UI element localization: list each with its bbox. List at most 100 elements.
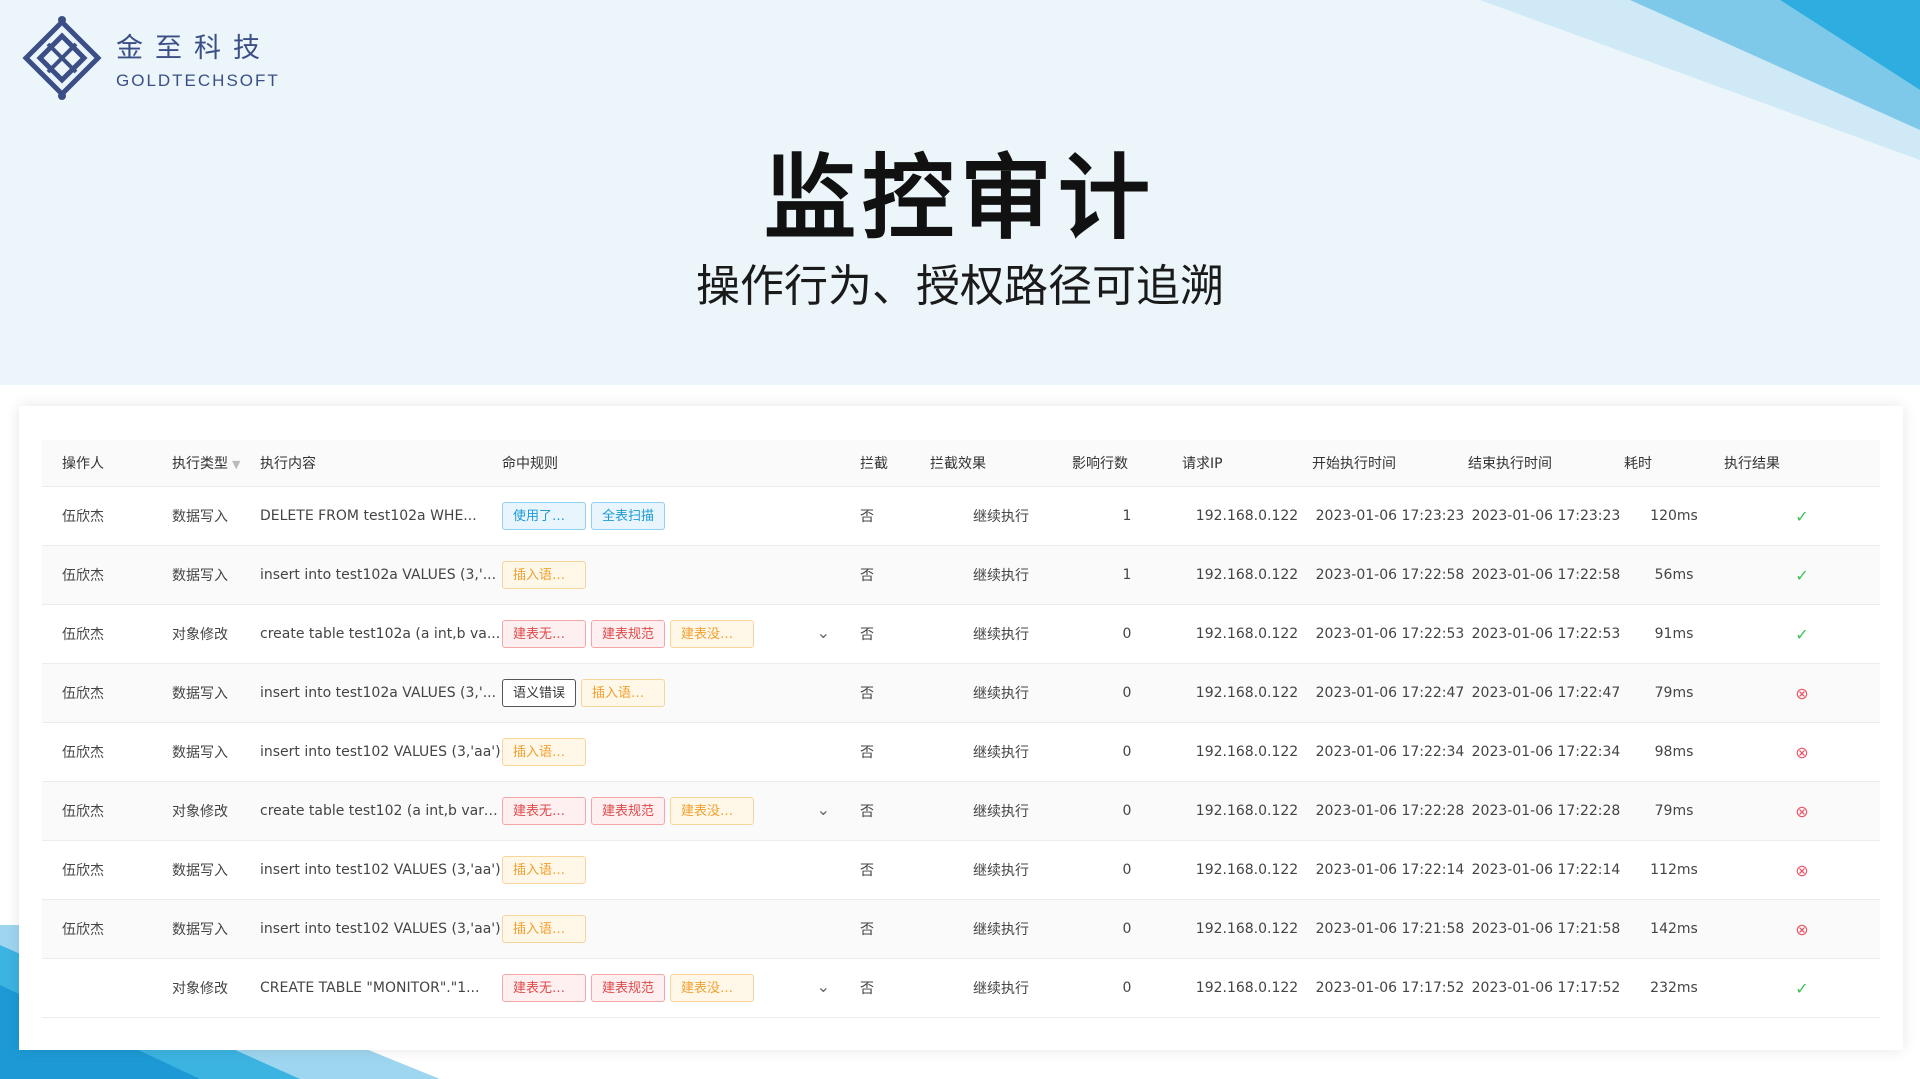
cell-result: ⊗ <box>1724 722 1880 782</box>
cell-request-ip: 192.168.0.122 <box>1182 486 1312 546</box>
cell-start-time: 2023-01-06 17:22:28 <box>1312 781 1468 841</box>
cell-request-ip: 192.168.0.122 <box>1182 899 1312 959</box>
cell-operator: 伍欣杰 <box>42 486 152 546</box>
cell-operator: 伍欣杰 <box>42 604 152 664</box>
cell-content: insert into test102 VALUES (3,'aa') <box>260 722 502 782</box>
cell-request-ip: 192.168.0.122 <box>1182 545 1312 605</box>
rule-tag[interactable]: 建表无主键 <box>502 974 586 1002</box>
cell-operator: 伍欣杰 <box>42 722 152 782</box>
cell-request-ip: 192.168.0.122 <box>1182 722 1312 782</box>
cell-content: create table test102a (a int,b va... <box>260 604 502 664</box>
cell-result: ✓ <box>1724 545 1880 605</box>
cell-block-effect: 继续执行 <box>930 899 1072 959</box>
rule-tag[interactable]: 建表无主键 <box>502 797 586 825</box>
cell-start-time: 2023-01-06 17:17:52 <box>1312 958 1468 1018</box>
cell-affected-rows: 0 <box>1072 722 1182 782</box>
filter-icon[interactable]: ▼ <box>232 458 240 471</box>
rule-tag[interactable]: 建表无主键 <box>502 620 586 648</box>
rule-tag[interactable]: 使用了动态... <box>502 502 586 530</box>
cell-end-time: 2023-01-06 17:22:58 <box>1468 545 1624 605</box>
cell-request-ip: 192.168.0.122 <box>1182 663 1312 723</box>
cell-rules: 建表无主键 建表规范 建表没有日... ⌄ <box>502 604 860 664</box>
cell-block-effect: 继续执行 <box>930 486 1072 546</box>
rule-tag[interactable]: 建表规范 <box>591 974 666 1002</box>
cell-rules: 插入语句不... <box>502 899 860 959</box>
cell-affected-rows: 0 <box>1072 958 1182 1018</box>
cell-request-ip: 192.168.0.122 <box>1182 604 1312 664</box>
table-row[interactable]: 伍欣杰 数据写入 insert into test102 VALUES (3,'aa… <box>42 840 1880 900</box>
col-header-exec-type[interactable]: 执行类型 ▼ <box>152 440 260 487</box>
cell-duration: 142ms <box>1624 899 1724 959</box>
cell-exec-type: 对象修改 <box>152 781 260 841</box>
cell-duration: 120ms <box>1624 486 1724 546</box>
col-header-request-ip[interactable]: 请求IP <box>1182 440 1312 487</box>
col-header-block-effect[interactable]: 拦截效果 <box>930 440 1072 487</box>
col-header-start-time[interactable]: 开始执行时间 <box>1312 440 1468 487</box>
table-row[interactable]: 伍欣杰 数据写入 insert into test102a VALUES (3,'.… <box>42 545 1880 605</box>
rule-tag[interactable]: 建表没有日... <box>670 620 755 648</box>
rule-tag[interactable]: 插入语句不... <box>502 915 586 943</box>
col-header-duration[interactable]: 耗时 <box>1624 440 1724 487</box>
cell-rules: 使用了动态... 全表扫描 <box>502 486 860 546</box>
cell-end-time: 2023-01-06 17:22:34 <box>1468 722 1624 782</box>
chevron-down-icon[interactable]: ⌄ <box>817 977 830 996</box>
cell-block-effect: 继续执行 <box>930 545 1072 605</box>
rule-tag[interactable]: 建表没有日... <box>670 797 755 825</box>
rule-tag[interactable]: 插入语句不... <box>502 561 586 589</box>
cell-rules: 插入语句不... <box>502 722 860 782</box>
table-row[interactable]: 伍欣杰 数据写入 insert into test102 VALUES (3,'aa… <box>42 899 1880 959</box>
rule-tag[interactable]: 建表没有日... <box>670 974 755 1002</box>
cell-request-ip: 192.168.0.122 <box>1182 958 1312 1018</box>
cell-result: ✓ <box>1724 958 1880 1018</box>
cell-start-time: 2023-01-06 17:22:47 <box>1312 663 1468 723</box>
rule-tag[interactable]: 插入语句不... <box>502 856 586 884</box>
cell-duration: 56ms <box>1624 545 1724 605</box>
chevron-down-icon[interactable]: ⌄ <box>817 623 830 642</box>
cell-block: 否 <box>860 840 930 900</box>
cell-block-effect: 继续执行 <box>930 722 1072 782</box>
success-check-icon: ✓ <box>1795 506 1809 526</box>
col-header-result[interactable]: 执行结果 <box>1724 440 1880 487</box>
rule-tag[interactable]: 语义错误 <box>502 679 577 707</box>
table-row[interactable]: 对象修改 CREATE TABLE "MONITOR"."1... 建表无主键 建表规… <box>42 958 1880 1018</box>
cell-rules: 建表无主键 建表规范 建表没有日... ⌄ <box>502 958 860 1018</box>
table-row[interactable]: 伍欣杰 对象修改 create table test102 (a int,b var… <box>42 781 1880 841</box>
col-header-affected-rows[interactable]: 影响行数 <box>1072 440 1182 487</box>
table-row[interactable]: 伍欣杰 数据写入 insert into test102a VALUES (3,'.… <box>42 663 1880 723</box>
rule-tag[interactable]: 建表规范 <box>591 797 666 825</box>
cell-result: ⊗ <box>1724 781 1880 841</box>
cell-operator: 伍欣杰 <box>42 840 152 900</box>
rule-tag[interactable]: 建表规范 <box>591 620 666 648</box>
cell-operator: 伍欣杰 <box>42 781 152 841</box>
cell-operator: 伍欣杰 <box>42 899 152 959</box>
cell-exec-type: 数据写入 <box>152 545 260 605</box>
cell-operator: 伍欣杰 <box>42 545 152 605</box>
error-x-icon: ⊗ <box>1795 860 1809 880</box>
rule-tag[interactable]: 插入语句不... <box>502 738 586 766</box>
cell-affected-rows: 0 <box>1072 604 1182 664</box>
cell-block: 否 <box>860 958 930 1018</box>
col-header-block[interactable]: 拦截 <box>860 440 930 487</box>
cell-result: ⊗ <box>1724 663 1880 723</box>
table-row[interactable]: 伍欣杰 数据写入 insert into test102 VALUES (3,'aa… <box>42 722 1880 782</box>
cell-request-ip: 192.168.0.122 <box>1182 840 1312 900</box>
col-header-end-time[interactable]: 结束执行时间 <box>1468 440 1624 487</box>
cell-exec-type: 数据写入 <box>152 486 260 546</box>
cell-result: ⊗ <box>1724 840 1880 900</box>
chevron-down-icon[interactable]: ⌄ <box>817 800 830 819</box>
cell-affected-rows: 0 <box>1072 899 1182 959</box>
table-row[interactable]: 伍欣杰 数据写入 DELETE FROM test102a WHE... 使用了动态.… <box>42 486 1880 546</box>
cell-block: 否 <box>860 486 930 546</box>
success-check-icon: ✓ <box>1795 565 1809 585</box>
col-header-content[interactable]: 执行内容 <box>260 440 502 487</box>
col-header-rules[interactable]: 命中规则 <box>502 440 860 487</box>
cell-start-time: 2023-01-06 17:23:23 <box>1312 486 1468 546</box>
cell-end-time: 2023-01-06 17:22:47 <box>1468 663 1624 723</box>
cell-rules: 插入语句不... <box>502 545 860 605</box>
rule-tag[interactable]: 插入语句不... <box>581 679 666 707</box>
table-row[interactable]: 伍欣杰 对象修改 create table test102a (a int,b va… <box>42 604 1880 664</box>
cell-block-effect: 继续执行 <box>930 604 1072 664</box>
cell-block-effect: 继续执行 <box>930 840 1072 900</box>
col-header-operator[interactable]: 操作人 <box>42 440 152 487</box>
rule-tag[interactable]: 全表扫描 <box>591 502 666 530</box>
